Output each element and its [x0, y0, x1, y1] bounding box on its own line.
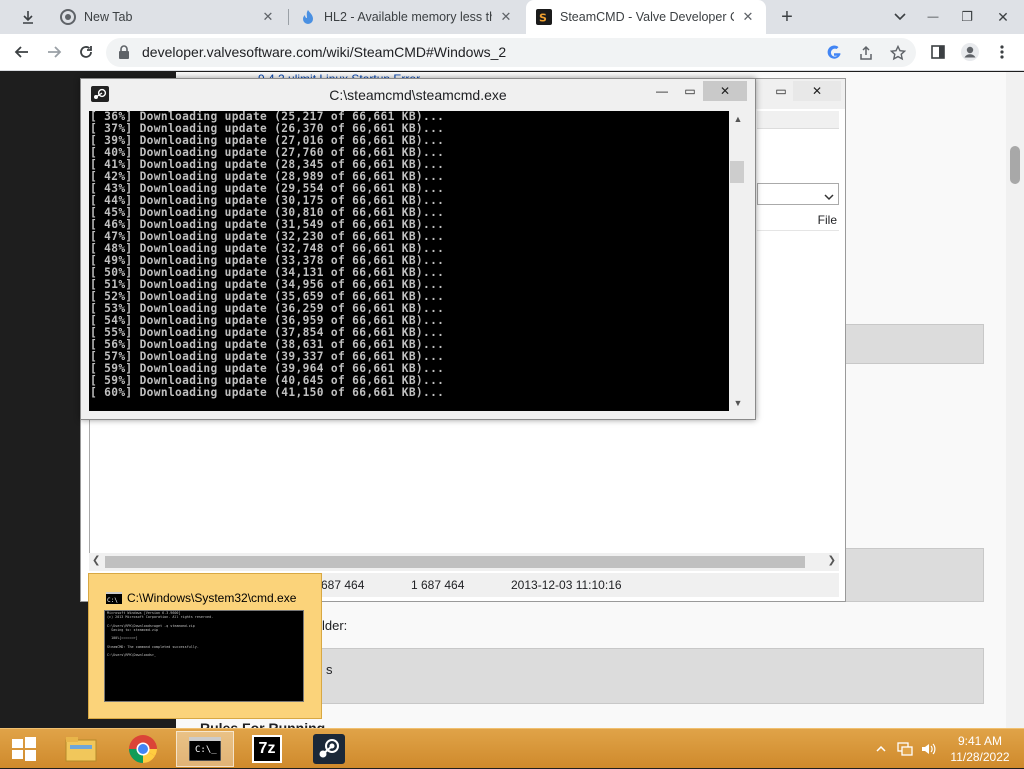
cmd-thumbnail-preview[interactable]: C:\ C:\Windows\System32\cmd.exe Microsof…	[88, 573, 322, 719]
explorer-restore-button[interactable]: ▭	[771, 81, 791, 101]
file-size-a: 687 464	[321, 578, 365, 592]
google-lens-icon[interactable]	[824, 43, 844, 63]
close-window-button[interactable]: ✕	[984, 0, 1022, 34]
chevron-down-icon	[824, 189, 834, 204]
restore-button[interactable]: ❐	[950, 0, 984, 34]
explorer-file-list	[89, 409, 839, 553]
console-output[interactable]: [ 36%] Downloading update (25,217 of 66,…	[89, 111, 729, 411]
tab-new-tab[interactable]: New Tab ✕	[50, 0, 286, 34]
explorer-address-dropdown[interactable]	[757, 183, 839, 205]
chrome-icon	[60, 9, 76, 25]
7zip-label: 7z	[258, 740, 276, 757]
taskbar-file-explorer[interactable]	[52, 731, 110, 767]
console-restore-button[interactable]: ▭	[677, 81, 703, 101]
volume-icon[interactable]	[918, 729, 940, 769]
tab-label: SteamCMD - Valve Developer Co	[560, 10, 734, 24]
taskbar-7zip[interactable]: 7z	[238, 731, 296, 767]
download-icon[interactable]	[14, 0, 42, 34]
explorer-hscrollbar[interactable]: ❮ ❯	[89, 553, 839, 571]
file-size-b: 1 687 464	[411, 578, 465, 592]
explorer-close-button[interactable]: ✕	[793, 81, 841, 101]
tab-steamcmd[interactable]: S SteamCMD - Valve Developer Co ✕	[526, 0, 766, 34]
7zip-icon: 7z	[252, 735, 282, 763]
share-icon[interactable]	[856, 43, 876, 63]
cmd-icon: C:\	[106, 592, 122, 607]
taskbar-command-prompt[interactable]: C:\_	[176, 731, 234, 767]
tab-label: HL2 - Available memory less tha	[324, 10, 492, 24]
file-date: 2013-12-03 11:10:16	[511, 578, 622, 592]
code-block	[306, 648, 984, 704]
chrome-icon	[129, 735, 157, 763]
reload-button[interactable]	[72, 38, 100, 66]
url-text[interactable]: developer.valvesoftware.com/wiki/SteamCM…	[142, 44, 506, 60]
minimize-button[interactable]: —	[916, 0, 950, 34]
address-bar[interactable]: developer.valvesoftware.com/wiki/SteamCM…	[106, 38, 916, 67]
svg-text:S: S	[539, 12, 547, 25]
valve-icon: S	[536, 9, 552, 25]
taskbar-chrome[interactable]	[114, 731, 172, 767]
flame-icon	[300, 9, 316, 25]
preview-line: C:\Users\RPK\Downloads>_	[107, 653, 156, 658]
folder-icon	[65, 737, 97, 762]
console-vscrollbar[interactable]: ▲ ▼	[729, 111, 747, 411]
tab-hl2[interactable]: HL2 - Available memory less tha ✕	[290, 0, 524, 34]
explorer-ribbon	[757, 111, 839, 129]
steam-icon	[313, 734, 345, 764]
back-button[interactable]	[8, 38, 36, 66]
scroll-right-arrow-icon[interactable]: ❯	[828, 555, 836, 566]
code-text: s	[326, 662, 333, 677]
svg-text:C:\: C:\	[107, 597, 118, 604]
explorer-column-header[interactable]: File	[757, 209, 839, 231]
scroll-down-arrow-icon[interactable]: ▼	[729, 398, 747, 408]
new-tab-button[interactable]: +	[772, 0, 802, 34]
network-icon[interactable]	[894, 729, 916, 769]
windows-taskbar: C:\_ 7z 9:41 AM 11/28/2022	[0, 728, 1024, 768]
scroll-thumb[interactable]	[730, 161, 744, 183]
file-column-header[interactable]: File	[818, 213, 837, 227]
close-icon[interactable]: ✕	[498, 9, 514, 25]
close-icon[interactable]: ✕	[260, 9, 276, 25]
clock-time: 9:41 AM	[957, 734, 1003, 748]
browser-toolbar: developer.valvesoftware.com/wiki/SteamCM…	[0, 34, 1024, 71]
profile-avatar-icon[interactable]	[956, 38, 984, 66]
start-button[interactable]	[0, 731, 48, 767]
close-icon[interactable]: ✕	[740, 9, 756, 25]
scroll-thumb[interactable]	[105, 556, 805, 568]
taskbar-steam[interactable]	[300, 731, 358, 767]
code-block	[844, 548, 984, 602]
scroll-thumb[interactable]	[1010, 146, 1020, 184]
tab-label: New Tab	[84, 10, 133, 24]
side-panel-icon[interactable]	[924, 38, 952, 66]
preview-title: C:\Windows\System32\cmd.exe	[127, 591, 297, 605]
console-titlebar[interactable]: C:\steamcmd\steamcmd.exe — ▭ ✕	[81, 79, 755, 109]
tab-strip: New Tab ✕ HL2 - Available memory less th…	[0, 0, 1024, 34]
cmd-icon-label: C:\_	[195, 745, 217, 755]
clock-date: 11/28/2022	[950, 750, 1010, 764]
bookmark-star-icon[interactable]	[888, 43, 908, 63]
windows-logo-icon	[12, 737, 36, 761]
forward-button[interactable]	[40, 38, 68, 66]
tray-overflow-chevron-icon[interactable]	[872, 729, 890, 769]
console-close-button[interactable]: ✕	[703, 81, 747, 101]
console-minimize-button[interactable]: —	[649, 81, 675, 101]
page-scrollbar[interactable]	[1006, 72, 1024, 728]
menu-kebab-icon[interactable]	[988, 38, 1016, 66]
code-block	[844, 324, 984, 364]
preview-screen: Microsoft Windows [Version 6.3.9600] (c) …	[104, 610, 304, 702]
folder-label: lder:	[322, 618, 348, 633]
steamcmd-console-window[interactable]: C:\steamcmd\steamcmd.exe — ▭ ✕ [ 36%] Do…	[80, 78, 756, 420]
scroll-left-arrow-icon[interactable]: ❮	[92, 555, 100, 566]
tab-search-chevron-icon[interactable]	[886, 0, 914, 34]
console-line: [ 60%] Downloading update (41,150 of 66,…	[90, 386, 445, 399]
system-clock[interactable]: 9:41 AM 11/28/2022	[940, 733, 1020, 765]
lock-icon[interactable]	[118, 45, 130, 62]
scroll-up-arrow-icon[interactable]: ▲	[729, 114, 747, 124]
